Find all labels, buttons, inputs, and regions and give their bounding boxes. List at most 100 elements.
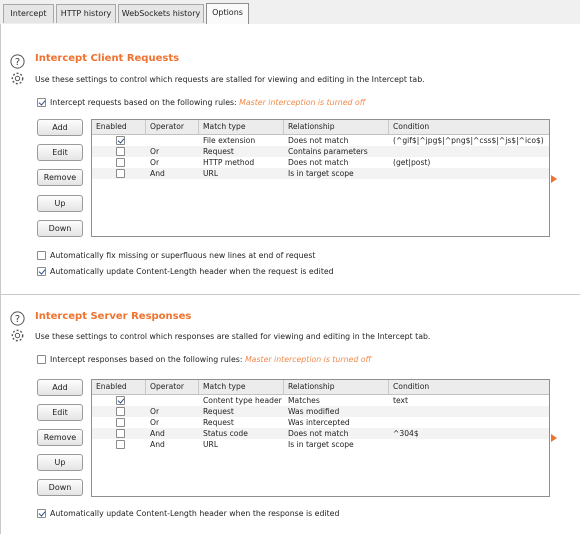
expand-arrow-icon[interactable] (551, 175, 557, 183)
expand-arrow-icon[interactable] (551, 434, 557, 442)
rule-enabled-checkbox[interactable] (116, 147, 125, 156)
rule-operator: Or (150, 158, 160, 167)
rule-relationship: Does not match (288, 429, 349, 438)
section-title: Intercept Server Responses (35, 311, 192, 322)
update-content-length-request-label: Automatically update Content-Length head… (50, 267, 334, 276)
rule-operator: And (150, 169, 165, 178)
table-row[interactable]: And URL Is in target scope (92, 439, 549, 450)
table-header: Enabled Operator Match type Relationship… (92, 380, 549, 395)
table-row[interactable]: Content type header Matches text (92, 395, 549, 406)
edit-button[interactable]: Edit (37, 404, 83, 421)
help-icon[interactable]: ? (10, 54, 25, 69)
fix-newlines-checkbox[interactable] (37, 251, 46, 260)
rule-match-type: URL (203, 169, 219, 178)
remove-button[interactable]: Remove (37, 169, 83, 186)
tab-strip: Intercept HTTP history WebSockets histor… (0, 0, 580, 25)
column-relationship[interactable]: Relationship (284, 120, 389, 134)
master-interception-warning: Master interception is turned off (244, 355, 372, 364)
down-button[interactable]: Down (37, 220, 83, 237)
rule-enabled-checkbox[interactable] (116, 407, 125, 416)
column-enabled[interactable]: Enabled (92, 120, 146, 134)
table-row[interactable]: And URL Is in target scope (92, 168, 549, 179)
rule-enabled-checkbox[interactable] (116, 440, 125, 449)
section-title: Intercept Client Requests (35, 53, 180, 64)
gear-icon[interactable] (10, 71, 25, 86)
up-button[interactable]: Up (37, 195, 83, 212)
intercept-responses-rules-checkbox[interactable] (37, 355, 46, 364)
column-match-type[interactable]: Match type (199, 120, 284, 134)
tab-options[interactable]: Options (206, 3, 249, 25)
table-row[interactable]: And Status code Does not match ^304$ (92, 428, 549, 439)
table-row[interactable]: File extension Does not match (^gif$|^jp… (92, 135, 549, 146)
table-row[interactable]: Or Request Contains parameters (92, 146, 549, 157)
add-button[interactable]: Add (37, 379, 83, 396)
intercept-client-requests-section: ? Intercept Client Requests Use these se… (1, 24, 580, 294)
add-button[interactable]: Add (37, 119, 83, 136)
rule-match-type: File extension (203, 136, 256, 145)
rule-condition: ^304$ (393, 429, 419, 438)
update-content-length-request-checkbox[interactable] (37, 267, 46, 276)
remove-button[interactable]: Remove (37, 429, 83, 446)
svg-text:?: ? (15, 314, 20, 325)
rule-operator: Or (150, 147, 160, 156)
column-condition[interactable]: Condition (389, 380, 549, 394)
rule-match-type: Request (203, 407, 234, 416)
rule-relationship: Matches (288, 396, 320, 405)
edit-button[interactable]: Edit (37, 144, 83, 161)
gear-icon[interactable] (10, 328, 25, 343)
up-button[interactable]: Up (37, 454, 83, 471)
rule-match-type: URL (203, 440, 219, 449)
intercept-requests-rules-label: Intercept requests based on the followin… (50, 98, 366, 107)
section-description: Use these settings to control which resp… (35, 332, 431, 341)
table-row[interactable]: Or HTTP method Does not match (get|post) (92, 157, 549, 168)
intercept-requests-rules-checkbox[interactable] (37, 98, 46, 107)
column-relationship[interactable]: Relationship (284, 380, 389, 394)
column-operator[interactable]: Operator (146, 380, 199, 394)
intercept-responses-rules-label: Intercept responses based on the followi… (50, 355, 372, 364)
rule-enabled-checkbox[interactable] (116, 396, 125, 405)
rule-relationship: Was modified (288, 407, 340, 416)
rule-match-type: Request (203, 147, 234, 156)
column-match-type[interactable]: Match type (199, 380, 284, 394)
tab-websockets-history[interactable]: WebSockets history (118, 4, 204, 23)
column-enabled[interactable]: Enabled (92, 380, 146, 394)
update-content-length-response-checkbox[interactable] (37, 509, 46, 518)
client-rules-table: Enabled Operator Match type Relationship… (91, 119, 550, 237)
intercept-server-responses-section: ? Intercept Server Responses Use these s… (1, 295, 580, 534)
rule-enabled-checkbox[interactable] (116, 169, 125, 178)
help-icon[interactable]: ? (10, 311, 25, 326)
rule-match-type: HTTP method (203, 158, 255, 167)
rule-relationship: Is in target scope (288, 169, 354, 178)
rule-operator: Or (150, 407, 160, 416)
column-condition[interactable]: Condition (389, 120, 549, 134)
rule-relationship: Contains parameters (288, 147, 368, 156)
tab-http-history[interactable]: HTTP history (56, 4, 116, 23)
table-row[interactable]: Or Request Was intercepted (92, 417, 549, 428)
rule-operator: And (150, 440, 165, 449)
rule-enabled-checkbox[interactable] (116, 418, 125, 427)
rule-match-type: Request (203, 418, 234, 427)
rule-relationship: Was intercepted (288, 418, 350, 427)
rule-enabled-checkbox[interactable] (116, 136, 125, 145)
rule-relationship: Is in target scope (288, 440, 354, 449)
rule-condition: text (393, 396, 408, 405)
rule-enabled-checkbox[interactable] (116, 158, 125, 167)
section-description: Use these settings to control which requ… (35, 75, 425, 84)
rule-operator: Or (150, 418, 160, 427)
update-content-length-response-label: Automatically update Content-Length head… (50, 509, 340, 518)
svg-text:?: ? (15, 57, 20, 68)
rule-enabled-checkbox[interactable] (116, 429, 125, 438)
table-header: Enabled Operator Match type Relationship… (92, 120, 549, 135)
table-row[interactable]: Or Request Was modified (92, 406, 549, 417)
rule-match-type: Content type header (203, 396, 282, 405)
options-panel: ? Intercept Client Requests Use these se… (0, 24, 580, 534)
server-rules-table: Enabled Operator Match type Relationship… (91, 379, 550, 497)
rule-relationship: Does not match (288, 136, 349, 145)
rule-condition: (get|post) (393, 158, 431, 167)
fix-newlines-label: Automatically fix missing or superfluous… (50, 251, 316, 260)
column-operator[interactable]: Operator (146, 120, 199, 134)
rule-condition: (^gif$|^jpg$|^png$|^css$|^js$|^ico$) (393, 136, 544, 145)
down-button[interactable]: Down (37, 479, 83, 496)
tab-intercept[interactable]: Intercept (3, 4, 54, 23)
rule-match-type: Status code (203, 429, 248, 438)
